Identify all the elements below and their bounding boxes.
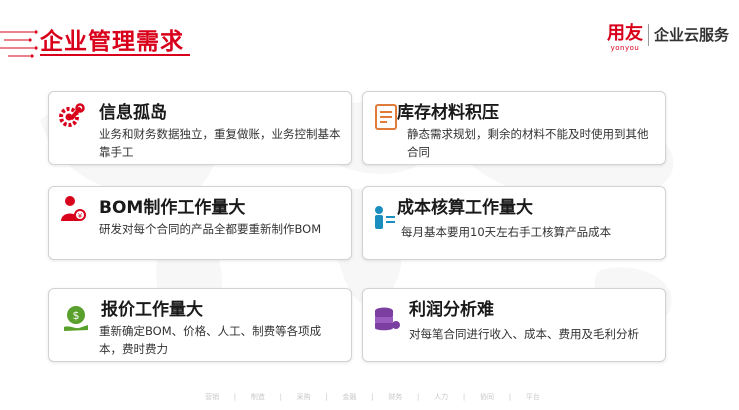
card-title: 报价工作量大 [101, 300, 203, 320]
card-description: 重新确定BOM、价格、人工、制费等各项成本，费时费力 [99, 324, 322, 356]
card-description: 业务和财务数据独立，重复做账，业务控制基本靠手工 [99, 127, 341, 159]
card-title: BOM制作工作量大 [99, 198, 246, 218]
person-list-icon [375, 206, 395, 229]
footer-item: 财务 [388, 393, 403, 401]
card-title: 利润分析难 [409, 300, 494, 320]
card-description: 静态需求规划，剩余的材料不能及时使用到其他合同 [407, 127, 649, 159]
card-title: 信息孤岛 [99, 103, 167, 123]
footer-item: 平台 [525, 393, 540, 401]
card-bom-workload: ¥ BOM制作工作量大 研发对每个合同的产品全都要重新制作BOM [48, 186, 352, 260]
footer-item: 制造 [250, 393, 265, 401]
footer-item: 金融 [342, 393, 357, 401]
person-coin-icon: ¥ [61, 196, 86, 221]
footer-item: 营销 [205, 393, 219, 401]
gear-wrench-icon [59, 103, 85, 127]
card-profit-analysis: 利润分析难 对每笔合同进行收入、成本、费用及毛利分析 [362, 288, 666, 362]
logo-service-text: 企业云服务 [654, 26, 730, 44]
card-info-island: 信息孤岛 业务和财务数据独立，重复做账，业务控制基本靠手工 [48, 91, 352, 165]
footer-item: 人力 [434, 393, 449, 401]
logo-separator [648, 24, 649, 46]
svg-text:$: $ [73, 309, 80, 322]
svg-text:¥: ¥ [78, 212, 83, 220]
logo-en-text: yonyou [610, 44, 640, 52]
page-title: 企业管理需求 [40, 29, 184, 55]
card-cost-accounting: 成本核算工作量大 每月基本要用10天左右手工核算产品成本 [362, 186, 666, 260]
card-description: 每月基本要用10天左右手工核算产品成本 [401, 225, 612, 239]
card-title: 库存材料积压 [397, 103, 499, 123]
yonyou-logo: 用友 yonyou 企业云服务 [607, 23, 730, 53]
footer-nav: 营销 | 制造 | 采购 | 金融 | 财务 | 人力 | 协同 | 平台 [205, 393, 540, 401]
coin-stack-icon [375, 307, 400, 331]
card-description: 研发对每个合同的产品全都要重新制作BOM [99, 222, 322, 236]
logo-cn-text: 用友 [607, 23, 643, 44]
card-quotation-workload: $ 报价工作量大 重新确定BOM、价格、人工、制费等各项成本，费时费力 [48, 288, 352, 362]
title-underline [40, 54, 190, 56]
footer-item: 协同 [479, 393, 494, 401]
card-inventory-backlog: 库存材料积压 静态需求规划，剩余的材料不能及时使用到其他合同 [362, 91, 666, 165]
footer-item: 采购 [296, 393, 311, 401]
money-hand-icon: $ [64, 306, 88, 331]
card-description: 对每笔合同进行收入、成本、费用及毛利分析 [409, 327, 639, 341]
card-title: 成本核算工作量大 [397, 198, 533, 218]
